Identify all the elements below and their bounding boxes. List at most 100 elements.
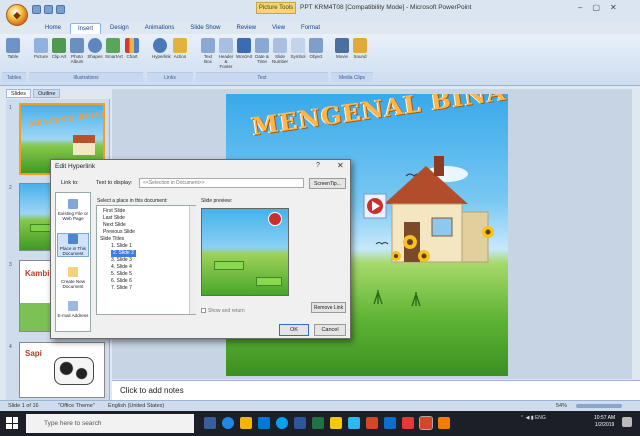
picture-icon: [34, 38, 48, 53]
excel-icon[interactable]: [312, 417, 324, 429]
shapes-button[interactable]: Shapes: [87, 38, 103, 59]
taskbar-search-input[interactable]: Type here to search: [26, 414, 194, 433]
house-image: [73, 135, 95, 155]
link-existing-file[interactable]: Existing File or Web Page: [57, 199, 89, 221]
ok-button[interactable]: OK: [279, 324, 309, 336]
tab-insert[interactable]: Insert: [70, 23, 102, 34]
powerpoint-active-icon[interactable]: [419, 416, 433, 430]
wordart-icon: [237, 38, 251, 53]
quick-access-toolbar: [32, 5, 65, 17]
browser-icon[interactable]: [222, 417, 234, 429]
store-icon[interactable]: [258, 417, 270, 429]
header-footer-icon: [219, 38, 233, 53]
list-item[interactable]: Last Slide: [103, 215, 125, 222]
windows-start-icon[interactable]: [6, 417, 18, 429]
screentip-button[interactable]: ScreenTip...: [309, 178, 346, 189]
tab-animations[interactable]: Animations: [138, 23, 182, 34]
remove-link-button[interactable]: Remove Link: [311, 302, 346, 313]
object-button[interactable]: Object: [308, 38, 324, 59]
zoom-slider[interactable]: [576, 404, 622, 408]
system-tray[interactable]: ⌃ ◀ ▮ ENG: [520, 415, 546, 421]
photo-album-button[interactable]: Photo Album: [69, 38, 85, 64]
list-item-selected[interactable]: 2. Slide 2: [111, 250, 136, 257]
help-button[interactable]: ?: [316, 162, 320, 169]
word-icon[interactable]: [294, 417, 306, 429]
chart-button[interactable]: Chart: [124, 38, 140, 59]
clip-art-button[interactable]: Clip Art: [51, 38, 67, 59]
movie-button[interactable]: Movie: [334, 38, 350, 59]
tab-slides[interactable]: Slides: [6, 89, 31, 98]
action-button-shape[interactable]: [363, 193, 387, 219]
notification-icon[interactable]: [622, 417, 632, 427]
action-button[interactable]: Action: [172, 38, 188, 59]
date-time-button[interactable]: Date & Time: [254, 38, 270, 64]
tab-review[interactable]: Review: [229, 23, 263, 34]
office-logo-icon[interactable]: ◆: [6, 4, 28, 26]
dialog-close-button[interactable]: ✕: [337, 161, 344, 170]
ribbon-tabs: Home Insert Design Animations Slide Show…: [38, 23, 327, 34]
header-footer-button[interactable]: Header & Footer: [218, 38, 234, 69]
list-item[interactable]: Previous Slide: [103, 229, 135, 236]
list-item[interactable]: 3. Slide 3: [111, 257, 132, 264]
picture-tools-context-tab: Picture Tools: [256, 2, 296, 14]
sound-button[interactable]: Sound: [352, 38, 368, 59]
tab-view[interactable]: View: [265, 23, 292, 34]
task-view-icon[interactable]: [204, 417, 216, 429]
chrome-icon[interactable]: [276, 417, 288, 429]
app-icon[interactable]: [402, 417, 414, 429]
table-button[interactable]: Table: [5, 38, 21, 59]
preview-button-shape: [256, 277, 282, 286]
tab-format[interactable]: Format: [294, 23, 327, 34]
slide-preview-image: [201, 208, 289, 296]
list-scrollbar[interactable]: [189, 206, 196, 314]
list-item[interactable]: 4. Slide 4: [111, 264, 132, 271]
powerpoint-icon[interactable]: [366, 417, 378, 429]
wordart-button[interactable]: WordArt: [236, 38, 252, 59]
list-item[interactable]: Next Slide: [103, 222, 126, 229]
redo-icon[interactable]: [56, 5, 65, 14]
list-item[interactable]: 6. Slide 6: [111, 278, 132, 285]
file-explorer-icon[interactable]: [240, 417, 252, 429]
notes-pane[interactable]: Click to add notes: [112, 380, 640, 400]
picture-button[interactable]: Picture: [33, 38, 49, 59]
app-icon[interactable]: [384, 417, 396, 429]
slide-thumbnail-4[interactable]: Sapi: [19, 342, 105, 398]
tab-home[interactable]: Home: [38, 23, 68, 34]
list-item[interactable]: 1. Slide 1: [111, 243, 132, 250]
taskbar: Type here to search ⌃ ◀ ▮ ENG 10:57 AM 1…: [0, 411, 640, 436]
list-item[interactable]: 7. Slide 7: [111, 285, 132, 292]
text-box-button[interactable]: Text Box: [200, 38, 216, 64]
close-button[interactable]: ✕: [610, 3, 617, 12]
link-email-address[interactable]: E-mail Address: [57, 301, 89, 318]
tab-slide-show[interactable]: Slide Show: [183, 23, 227, 34]
thumb-label-sapi: Sapi: [25, 349, 42, 358]
app-icon[interactable]: [438, 417, 450, 429]
slide-counter: Slide 1 of 16: [8, 403, 39, 409]
show-and-return-checkbox[interactable]: Show and return: [201, 308, 245, 314]
folder-icon[interactable]: [330, 417, 342, 429]
app-icon[interactable]: [348, 417, 360, 429]
hyperlink-button[interactable]: Hyperlink: [152, 38, 171, 59]
clock[interactable]: 10:57 AM 1/2/2019: [594, 415, 615, 429]
list-item[interactable]: First Slide: [103, 208, 125, 215]
document-places-list[interactable]: First Slide Last Slide Next Slide Previo…: [96, 205, 196, 315]
text-to-display-input[interactable]: <<Selection in Document>>: [139, 178, 304, 188]
minimize-button[interactable]: –: [578, 3, 582, 12]
pane-tabs: Slides Outline: [6, 89, 61, 98]
zoom-level[interactable]: 54%: [556, 401, 567, 411]
tab-design[interactable]: Design: [103, 23, 136, 34]
symbol-button[interactable]: Symbol: [290, 38, 306, 59]
link-create-new-document[interactable]: Create New Document: [57, 267, 89, 289]
slide-number-button[interactable]: Slide Number: [272, 38, 288, 64]
undo-icon[interactable]: [44, 5, 53, 14]
link-place-in-document[interactable]: Place in This Document: [57, 233, 89, 257]
maximize-button[interactable]: ▢: [592, 3, 600, 12]
symbol-icon: [291, 38, 305, 53]
cancel-button[interactable]: Cancel: [314, 324, 346, 336]
window-title: PPT KRM4T08 [Compatibility Mode] - Micro…: [300, 4, 472, 11]
save-icon[interactable]: [32, 5, 41, 14]
smartart-button[interactable]: SmartArt: [105, 38, 123, 59]
list-item-group[interactable]: Slide Titles: [100, 236, 124, 243]
list-item[interactable]: 5. Slide 5: [111, 271, 132, 278]
tab-outline[interactable]: Outline: [32, 89, 61, 98]
